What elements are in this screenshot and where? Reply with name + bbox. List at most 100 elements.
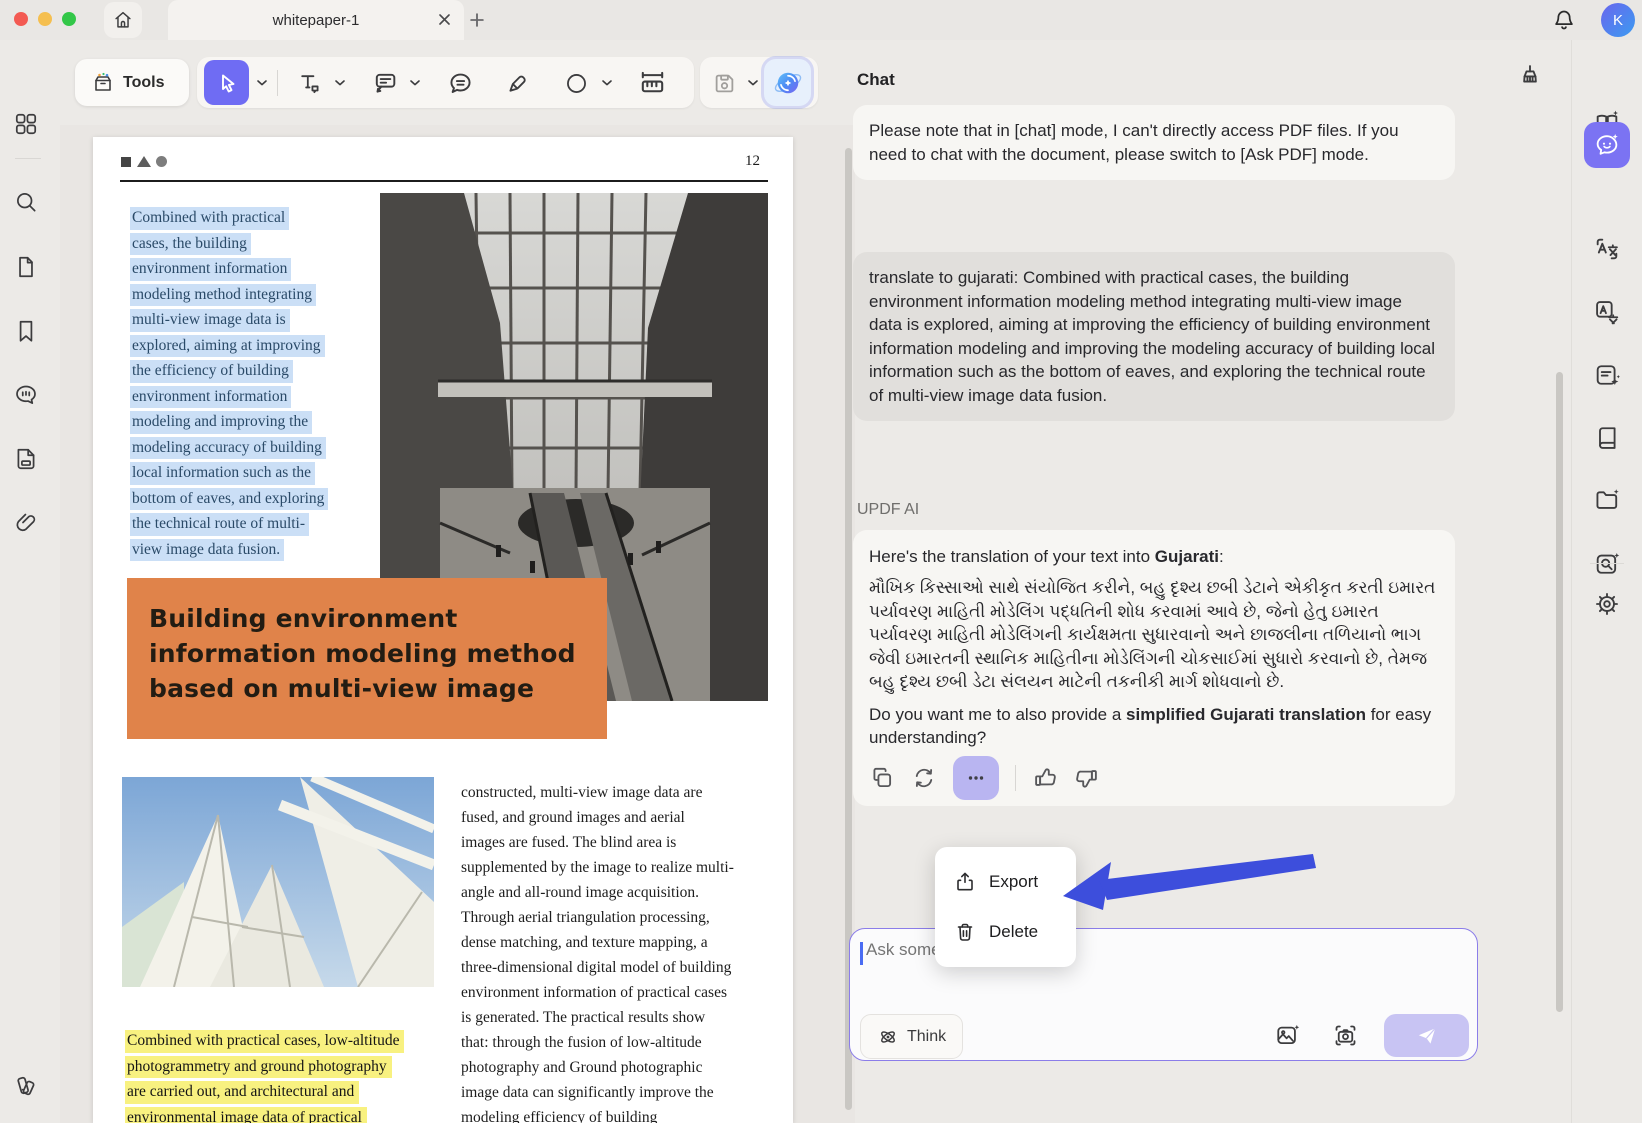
save-button[interactable]	[704, 63, 744, 103]
ai-search-icon[interactable]	[1587, 544, 1627, 584]
text-line: images are fused. The blind area is	[461, 830, 734, 855]
sidebar-swatches-icon[interactable]	[6, 1066, 46, 1106]
thumbs-down-icon[interactable]	[1074, 765, 1100, 791]
measure-tool-button[interactable]	[632, 63, 672, 103]
traffic-light-minimize[interactable]	[38, 12, 52, 26]
ai-assistant-button[interactable]	[764, 59, 811, 106]
regenerate-icon[interactable]	[911, 765, 937, 791]
highlighter-tool-button[interactable]	[498, 63, 538, 103]
sidebar-attachment-icon[interactable]	[6, 503, 46, 543]
notifications-bell-icon[interactable]	[1551, 7, 1577, 33]
book-icon[interactable]	[1587, 417, 1627, 457]
select-tool-chevron-icon[interactable]	[257, 80, 267, 87]
text-line: image data can significantly improve the	[461, 1080, 734, 1105]
copy-icon[interactable]	[869, 765, 895, 791]
header-rule	[120, 180, 768, 182]
text-tool-chevron-icon[interactable]	[335, 80, 345, 87]
intro-bold: Gujarati	[1155, 547, 1219, 566]
sidebar-bookmark-icon[interactable]	[6, 311, 46, 351]
export-share-icon	[953, 870, 977, 894]
updf-window: whitepaper-1 K	[0, 0, 1642, 1123]
document-tab[interactable]: whitepaper-1	[168, 0, 464, 40]
text-line: modeling and improving the	[130, 411, 312, 434]
shape-tool-chevron-icon[interactable]	[602, 80, 612, 87]
text-line: photography and Ground photographic	[461, 1055, 734, 1080]
text-line: dense matching, and texture mapping, a	[461, 930, 734, 955]
text-line: the efficiency of building	[130, 360, 293, 383]
text-tool-button[interactable]	[289, 63, 329, 103]
clean-chat-icon[interactable]	[1516, 62, 1544, 90]
ai-chat-tab-active[interactable]	[1584, 122, 1630, 168]
sidebar-search-icon[interactable]	[6, 182, 46, 222]
text-line: Through aerial triangulation processing,	[461, 905, 734, 930]
delete-label: Delete	[989, 922, 1038, 942]
sidebar-divider	[15, 158, 41, 159]
screenshot-camera-icon[interactable]	[1332, 1022, 1359, 1049]
chat-message-ai-answer[interactable]: Here's the translation of your text into…	[853, 530, 1455, 806]
toolbar-divider	[277, 70, 278, 96]
menu-item-delete[interactable]: Delete	[935, 907, 1076, 957]
text-line: are carried out, and architectural and	[125, 1081, 359, 1104]
tools-button[interactable]: Tools	[75, 59, 189, 106]
menu-item-export[interactable]: Export	[935, 857, 1076, 907]
title-bar: whitepaper-1 K	[0, 0, 1642, 40]
text-line: environment information	[130, 258, 291, 281]
sidebar-form-icon[interactable]	[6, 439, 46, 479]
tools-label: Tools	[123, 74, 164, 92]
sidebar-grid-icon[interactable]	[6, 104, 46, 144]
traffic-light-zoom[interactable]	[62, 12, 76, 26]
message-text: Please note that in [chat] mode, I can't…	[869, 121, 1399, 164]
translate-page-icon[interactable]	[1587, 292, 1627, 332]
select-tool-button[interactable]	[204, 60, 249, 105]
text-line: modeling method integrating	[130, 284, 316, 307]
user-avatar[interactable]: K	[1601, 3, 1635, 37]
save-chevron-icon[interactable]	[748, 80, 758, 87]
new-tab-button[interactable]	[470, 13, 484, 27]
text-line: modeling efficiency of building	[461, 1105, 734, 1123]
translate-icon[interactable]	[1587, 229, 1627, 269]
logo-circle	[156, 156, 167, 167]
ai-sender-label: UPDF AI	[857, 501, 919, 519]
heading-banner[interactable]: Building environment information modelin…	[127, 578, 607, 739]
callout-tool-button[interactable]	[365, 63, 405, 103]
chat-message-user[interactable]: translate to gujarati: Combined with pra…	[853, 252, 1455, 421]
photo-architecture[interactable]	[122, 777, 434, 987]
save-ai-toolbar	[700, 57, 818, 108]
selected-text-block[interactable]: Combined with practical cases, the build…	[130, 207, 328, 564]
text-line: three-dimensional digital model of build…	[461, 955, 734, 980]
sidebar-comments-icon[interactable]	[6, 375, 46, 415]
heading-line: based on multi-view image	[149, 671, 607, 706]
highlighted-text-block[interactable]: Combined with practical cases, low-altit…	[125, 1030, 404, 1123]
add-image-icon[interactable]	[1274, 1022, 1301, 1049]
atom-icon	[877, 1026, 899, 1048]
chat-scrollbar[interactable]	[1556, 372, 1563, 1012]
sidebar-pages-icon[interactable]	[6, 247, 46, 287]
more-actions-button[interactable]	[953, 756, 999, 800]
send-button[interactable]	[1384, 1014, 1469, 1057]
thumbs-up-icon[interactable]	[1032, 765, 1058, 791]
chat-input[interactable]	[864, 939, 1288, 961]
ai-summary-icon[interactable]	[1587, 355, 1627, 395]
tab-close-icon[interactable]	[439, 14, 450, 25]
text-line: bottom of eaves, and exploring	[130, 488, 328, 511]
pdf-page[interactable]: 12 Combined with practical cases, the bu…	[93, 137, 793, 1123]
chat-message-assistant-notice[interactable]: Please note that in [chat] mode, I can't…	[853, 105, 1455, 180]
gujarati-translation: મૌખિક કિસ્સાઓ સાથે સંયોજિત કરીને, બહુ દૃ…	[869, 576, 1439, 694]
heading-line: information modeling method	[149, 636, 607, 671]
think-button[interactable]: Think	[860, 1014, 963, 1059]
traffic-light-close[interactable]	[14, 12, 28, 26]
annotation-toolbar	[197, 57, 694, 108]
shape-circle-tool-button[interactable]	[556, 63, 596, 103]
ai-folder-icon[interactable]	[1587, 480, 1627, 520]
chat-annotation-tool-button[interactable]	[440, 63, 480, 103]
text-line: is generated. The practical results show	[461, 1005, 734, 1030]
text-line: environment information	[130, 386, 291, 409]
text-line: Combined with practical cases, low-altit…	[125, 1030, 404, 1053]
home-button[interactable]	[104, 2, 142, 38]
logo-square	[121, 157, 131, 167]
heading-line: Building environment	[149, 601, 607, 636]
settings-gear-icon[interactable]	[1587, 584, 1627, 624]
message-more-menu: Export Delete	[935, 847, 1076, 967]
message-text: translate to gujarati: Combined with pra…	[869, 268, 1435, 405]
callout-tool-chevron-icon[interactable]	[410, 80, 420, 87]
